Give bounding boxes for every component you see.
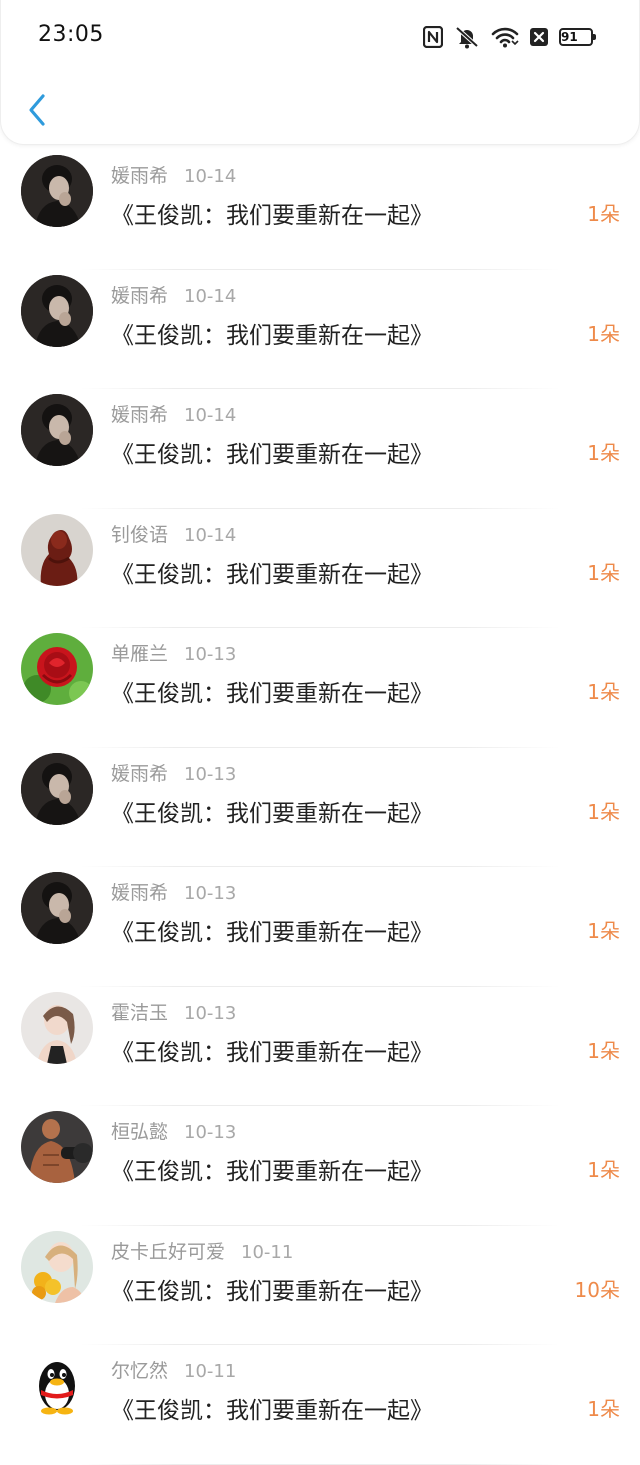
gift-date: 10-14 — [184, 166, 237, 187]
sender-name[interactable]: 媛雨希 — [111, 285, 168, 307]
avatar[interactable] — [21, 274, 93, 347]
sender-meta: 桓弘懿 10-13 — [111, 1117, 236, 1144]
avatar[interactable] — [21, 633, 93, 705]
list-item[interactable]: 媛雨希 10-14 《王俊凯：我们要重新在一起》 1朵 — [0, 150, 640, 270]
article-title[interactable]: 《王俊凯：我们要重新在一起》 — [111, 794, 433, 828]
sender-meta: 媛雨希 10-14 — [111, 281, 236, 308]
avatar[interactable] — [21, 155, 93, 227]
nfc-icon — [423, 26, 443, 48]
list-item[interactable]: 单雁兰 10-13 《王俊凯：我们要重新在一起》 1朵 — [0, 628, 640, 748]
flower-count: 1朵 — [587, 680, 620, 704]
list-item[interactable]: 媛雨希 10-14 《王俊凯：我们要重新在一起》 1朵 — [0, 270, 640, 389]
sender-meta: 钊俊语 10-14 — [111, 520, 236, 547]
flower-count: 1朵 — [587, 799, 620, 824]
gift-date: 10-11 — [241, 1241, 294, 1263]
sender-name[interactable]: 媛雨希 — [111, 165, 168, 187]
gift-date: 10-14 — [184, 524, 237, 546]
article-title[interactable]: 《王俊凯：我们要重新在一起》 — [111, 196, 433, 230]
avatar[interactable] — [21, 1111, 93, 1183]
avatar[interactable] — [21, 1350, 93, 1422]
sender-name[interactable]: 单雁兰 — [111, 643, 168, 665]
wifi-icon — [491, 26, 519, 48]
list-item[interactable]: 媛雨希 10-13 《王俊凯：我们要重新在一起》 1朵 — [0, 748, 640, 867]
avatar[interactable] — [21, 991, 93, 1064]
sender-name[interactable]: 桓弘懿 — [111, 1121, 168, 1143]
avatar[interactable] — [21, 513, 93, 586]
sender-name[interactable]: 媛雨希 — [111, 763, 168, 785]
flower-count: 1朵 — [587, 919, 620, 943]
sender-name[interactable]: 媛雨希 — [111, 882, 168, 904]
flower-count: 1朵 — [587, 1038, 620, 1063]
gift-date: 10-13 — [184, 883, 237, 904]
article-title[interactable]: 《王俊凯：我们要重新在一起》 — [111, 1272, 433, 1306]
sender-name[interactable]: 霍洁玉 — [111, 1002, 168, 1024]
sender-meta: 单雁兰 10-13 — [111, 639, 236, 666]
sender-name[interactable]: 媛雨希 — [111, 404, 168, 426]
status-time: 23:05 — [38, 22, 104, 47]
bell-off-icon — [453, 25, 481, 49]
sender-name[interactable]: 钊俊语 — [111, 524, 168, 546]
article-title[interactable]: 《王俊凯：我们要重新在一起》 — [111, 1033, 433, 1067]
status-icons: 91 — [423, 24, 596, 50]
flower-count: 1朵 — [587, 1158, 620, 1182]
list-item[interactable]: 皮卡丘好可爱 10-11 《王俊凯：我们要重新在一起》 10朵 — [0, 1226, 640, 1345]
sender-name[interactable]: 尔忆然 — [111, 1360, 168, 1382]
gift-date: 10-11 — [184, 1361, 237, 1382]
gift-date: 10-13 — [184, 1122, 237, 1143]
list-item[interactable]: 霍洁玉 10-13 《王俊凯：我们要重新在一起》 1朵 — [0, 987, 640, 1106]
list-item[interactable]: 媛雨希 10-13 《王俊凯：我们要重新在一起》 1朵 — [0, 867, 640, 987]
app-header: 23:05 91 — [0, 0, 640, 145]
gift-date: 10-14 — [184, 285, 237, 307]
sender-meta: 媛雨希 10-13 — [111, 759, 236, 786]
sender-meta: 霍洁玉 10-13 — [111, 998, 236, 1025]
sender-name[interactable]: 皮卡丘好可爱 — [111, 1241, 225, 1263]
list-item[interactable]: 钊俊语 10-14 《王俊凯：我们要重新在一起》 1朵 — [0, 509, 640, 628]
avatar[interactable] — [21, 872, 93, 944]
sender-meta: 媛雨希 10-13 — [111, 878, 236, 905]
flower-count: 10朵 — [574, 1277, 620, 1302]
article-title[interactable]: 《王俊凯：我们要重新在一起》 — [111, 1391, 433, 1425]
sender-meta: 媛雨希 10-14 — [111, 400, 236, 427]
chevron-left-icon — [29, 94, 45, 126]
article-title[interactable]: 《王俊凯：我们要重新在一起》 — [111, 435, 433, 469]
article-title[interactable]: 《王俊凯：我们要重新在一起》 — [111, 555, 433, 589]
avatar[interactable] — [21, 752, 93, 825]
battery-icon: 91 — [559, 28, 596, 46]
article-title[interactable]: 《王俊凯：我们要重新在一起》 — [111, 316, 433, 350]
sender-meta: 尔忆然 10-11 — [111, 1356, 236, 1383]
flower-count: 1朵 — [587, 1397, 620, 1421]
avatar[interactable] — [21, 394, 93, 466]
article-title[interactable]: 《王俊凯：我们要重新在一起》 — [111, 674, 433, 708]
flower-gift-list: 媛雨希 10-14 《王俊凯：我们要重新在一起》 1朵 媛雨希 10-14 《王俊凯：我们要… — [0, 150, 640, 1465]
gift-date: 10-14 — [184, 405, 237, 426]
flower-count: 1朵 — [587, 441, 620, 465]
avatar[interactable] — [21, 1230, 93, 1303]
flower-count: 1朵 — [587, 560, 620, 585]
divider — [80, 1463, 560, 1465]
back-button[interactable] — [19, 88, 55, 132]
article-title[interactable]: 《王俊凯：我们要重新在一起》 — [111, 913, 433, 947]
sender-meta: 媛雨希 10-14 — [111, 161, 236, 188]
list-item[interactable]: 桓弘懿 10-13 《王俊凯：我们要重新在一起》 1朵 — [0, 1106, 640, 1226]
gift-date: 10-13 — [184, 763, 237, 785]
flower-count: 1朵 — [587, 321, 620, 346]
gift-date: 10-13 — [184, 1002, 237, 1024]
article-title[interactable]: 《王俊凯：我们要重新在一起》 — [111, 1152, 433, 1186]
sender-meta: 皮卡丘好可爱 10-11 — [111, 1237, 293, 1264]
gift-date: 10-13 — [184, 644, 237, 665]
list-item[interactable]: 媛雨希 10-14 《王俊凯：我们要重新在一起》 1朵 — [0, 389, 640, 509]
sim-off-icon — [529, 27, 549, 47]
flower-count: 1朵 — [587, 202, 620, 226]
list-item[interactable]: 尔忆然 10-11 《王俊凯：我们要重新在一起》 1朵 — [0, 1345, 640, 1465]
